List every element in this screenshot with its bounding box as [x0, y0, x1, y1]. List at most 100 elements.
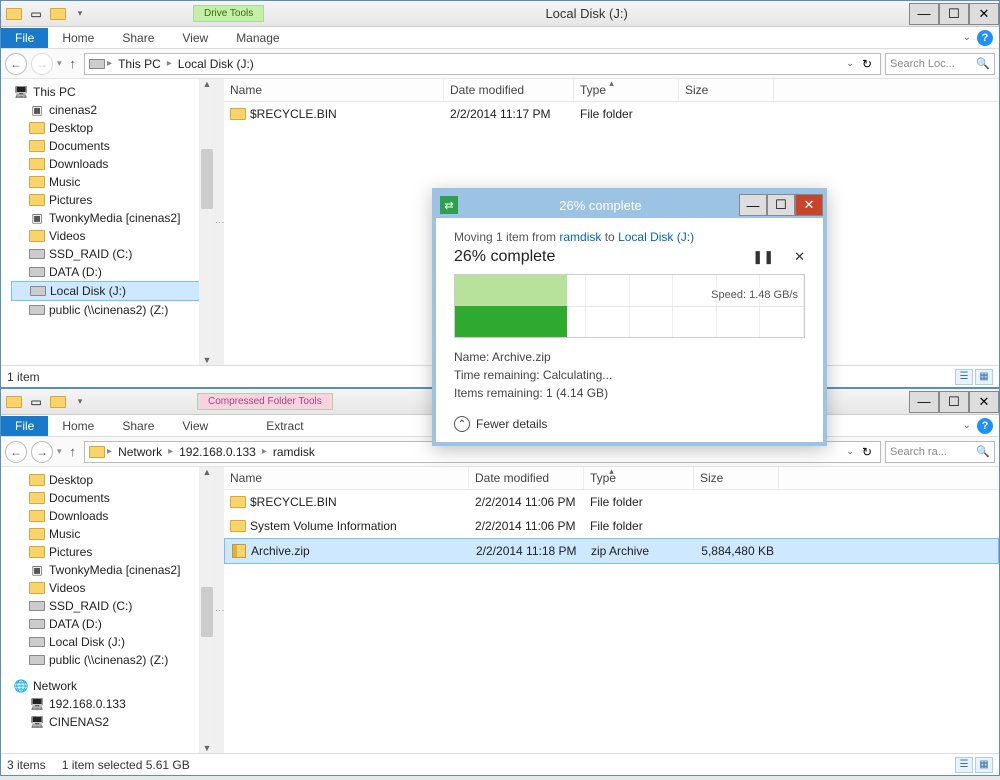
- tree-item[interactable]: Desktop: [11, 471, 215, 489]
- source-link[interactable]: ramdisk: [559, 230, 601, 244]
- tree-item[interactable]: TwonkyMedia [cinenas2]: [11, 561, 215, 579]
- col-type[interactable]: Type: [584, 467, 694, 489]
- tree-root-item[interactable]: Network: [11, 677, 215, 695]
- forward-button[interactable]: →: [31, 53, 53, 75]
- tree-item[interactable]: Music: [11, 173, 215, 191]
- tree-item[interactable]: DATA (D:): [11, 263, 215, 281]
- tree-item[interactable]: SSD_RAID (C:): [11, 597, 215, 615]
- tab-file[interactable]: File: [1, 416, 48, 436]
- qat-dropdown-icon[interactable]: ▾: [71, 393, 89, 411]
- back-button[interactable]: ←: [5, 53, 27, 75]
- tab-manage[interactable]: Manage: [222, 28, 293, 48]
- ribbon-expand-icon[interactable]: ⌄: [963, 32, 971, 43]
- tree-item[interactable]: Videos: [11, 579, 215, 597]
- refresh-icon[interactable]: ↻: [858, 57, 876, 71]
- tree-scrollbar[interactable]: ▲ ▼: [199, 467, 215, 753]
- col-date[interactable]: Date modified: [469, 467, 584, 489]
- close-button[interactable]: ✕: [969, 3, 999, 25]
- qat-properties-icon[interactable]: ▭: [27, 5, 45, 23]
- file-rows[interactable]: $RECYCLE.BIN2/2/2014 11:06 PMFile folder…: [224, 490, 999, 753]
- col-type[interactable]: Type: [574, 79, 679, 101]
- tab-home[interactable]: Home: [48, 416, 108, 436]
- tree-scrollbar[interactable]: ▲ ▼: [199, 79, 215, 365]
- tree-item[interactable]: Downloads: [11, 507, 215, 525]
- col-size[interactable]: Size: [694, 467, 779, 489]
- recent-locations-icon[interactable]: ▾: [57, 446, 62, 457]
- contextual-tools-label[interactable]: Compressed Folder Tools: [197, 393, 333, 410]
- minimize-button[interactable]: —: [739, 194, 767, 216]
- column-expand-icon[interactable]: ▴: [609, 79, 614, 89]
- tree-item[interactable]: Desktop: [11, 119, 215, 137]
- qat-newfolder-icon[interactable]: [49, 393, 67, 411]
- tab-home[interactable]: Home: [48, 28, 108, 48]
- tree-item[interactable]: Documents: [11, 137, 215, 155]
- fewer-details-toggle[interactable]: ⌃ Fewer details: [454, 416, 805, 432]
- file-row[interactable]: Archive.zip2/2/2014 11:18 PMzip Archive5…: [224, 538, 999, 564]
- tree-item[interactable]: [11, 669, 215, 677]
- tree-item[interactable]: CINENAS2: [11, 713, 215, 731]
- titlebar[interactable]: ▭ ▾ Drive Tools Local Disk (J:) — ☐ ✕: [1, 1, 999, 27]
- search-box[interactable]: Search ra... 🔍: [885, 441, 995, 463]
- view-details-icon[interactable]: ☰: [955, 757, 973, 773]
- minimize-button[interactable]: —: [909, 3, 939, 25]
- view-icons-icon[interactable]: ▦: [975, 369, 993, 385]
- breadcrumb-segment[interactable]: This PC: [114, 57, 165, 71]
- tree-item[interactable]: Local Disk (J:): [11, 633, 215, 651]
- maximize-button[interactable]: ☐: [767, 194, 795, 216]
- splitter[interactable]: ⋮: [216, 467, 224, 753]
- breadcrumb-segment[interactable]: ramdisk: [269, 445, 319, 459]
- tree-item[interactable]: public (\\cinenas2) (Z:): [11, 651, 215, 669]
- breadcrumb-segment[interactable]: 192.168.0.133: [175, 445, 260, 459]
- tree-item[interactable]: TwonkyMedia [cinenas2]: [11, 209, 215, 227]
- pause-button[interactable]: ❚❚: [752, 249, 774, 265]
- tree-item[interactable]: 192.168.0.133: [11, 695, 215, 713]
- close-button[interactable]: ✕: [795, 194, 823, 216]
- col-name[interactable]: Name: [224, 467, 469, 489]
- tree-item[interactable]: Downloads: [11, 155, 215, 173]
- tree-item[interactable]: cinenas2: [11, 101, 215, 119]
- file-row[interactable]: $RECYCLE.BIN2/2/2014 11:06 PMFile folder: [224, 490, 999, 514]
- tab-extract[interactable]: Extract: [252, 416, 317, 436]
- up-button[interactable]: ↑: [66, 444, 81, 459]
- qat-newfolder-icon[interactable]: [49, 5, 67, 23]
- address-dropdown-icon[interactable]: ⌄: [842, 446, 858, 457]
- qat-properties-icon[interactable]: ▭: [27, 393, 45, 411]
- tree-item[interactable]: Music: [11, 525, 215, 543]
- refresh-icon[interactable]: ↻: [858, 445, 876, 459]
- maximize-button[interactable]: ☐: [939, 391, 969, 413]
- maximize-button[interactable]: ☐: [939, 3, 969, 25]
- file-row[interactable]: System Volume Information2/2/2014 11:06 …: [224, 514, 999, 538]
- ribbon-expand-icon[interactable]: ⌄: [963, 420, 971, 431]
- dialog-titlebar[interactable]: ⇄ 26% complete — ☐ ✕: [436, 192, 823, 218]
- cancel-button[interactable]: ✕: [794, 249, 805, 265]
- tree-item[interactable]: public (\\cinenas2) (Z:): [11, 301, 215, 319]
- navigation-tree[interactable]: DesktopDocumentsDownloadsMusicPicturesTw…: [1, 467, 216, 753]
- address-dropdown-icon[interactable]: ⌄: [842, 58, 858, 69]
- tree-item[interactable]: Documents: [11, 489, 215, 507]
- recent-locations-icon[interactable]: ▾: [57, 58, 62, 69]
- tab-share[interactable]: Share: [108, 28, 168, 48]
- help-icon[interactable]: ?: [977, 30, 993, 46]
- breadcrumb-segment[interactable]: Network: [114, 445, 166, 459]
- tree-item[interactable]: DATA (D:): [11, 615, 215, 633]
- search-box[interactable]: Search Loc... 🔍: [885, 53, 995, 75]
- tab-file[interactable]: File: [1, 28, 48, 48]
- breadcrumb-segment[interactable]: Local Disk (J:): [174, 57, 258, 71]
- tree-item[interactable]: Local Disk (J:): [11, 281, 215, 301]
- col-size[interactable]: Size: [679, 79, 774, 101]
- tree-item[interactable]: Pictures: [11, 543, 215, 561]
- up-button[interactable]: ↑: [66, 56, 81, 71]
- navigation-tree[interactable]: This PCcinenas2DesktopDocumentsDownloads…: [1, 79, 216, 365]
- tree-item[interactable]: Videos: [11, 227, 215, 245]
- contextual-tools-label[interactable]: Drive Tools: [193, 5, 264, 22]
- column-expand-icon[interactable]: ▴: [609, 467, 614, 477]
- tree-item[interactable]: Pictures: [11, 191, 215, 209]
- tree-root-item[interactable]: This PC: [11, 83, 215, 101]
- address-bar[interactable]: ▸ This PC ▸ Local Disk (J:) ⌄ ↻: [84, 53, 881, 75]
- back-button[interactable]: ←: [5, 441, 27, 463]
- tab-share[interactable]: Share: [108, 416, 168, 436]
- view-icons-icon[interactable]: ▦: [975, 757, 993, 773]
- tab-view[interactable]: View: [168, 416, 222, 436]
- forward-button[interactable]: →: [31, 441, 53, 463]
- file-row[interactable]: $RECYCLE.BIN2/2/2014 11:17 PMFile folder: [224, 102, 999, 126]
